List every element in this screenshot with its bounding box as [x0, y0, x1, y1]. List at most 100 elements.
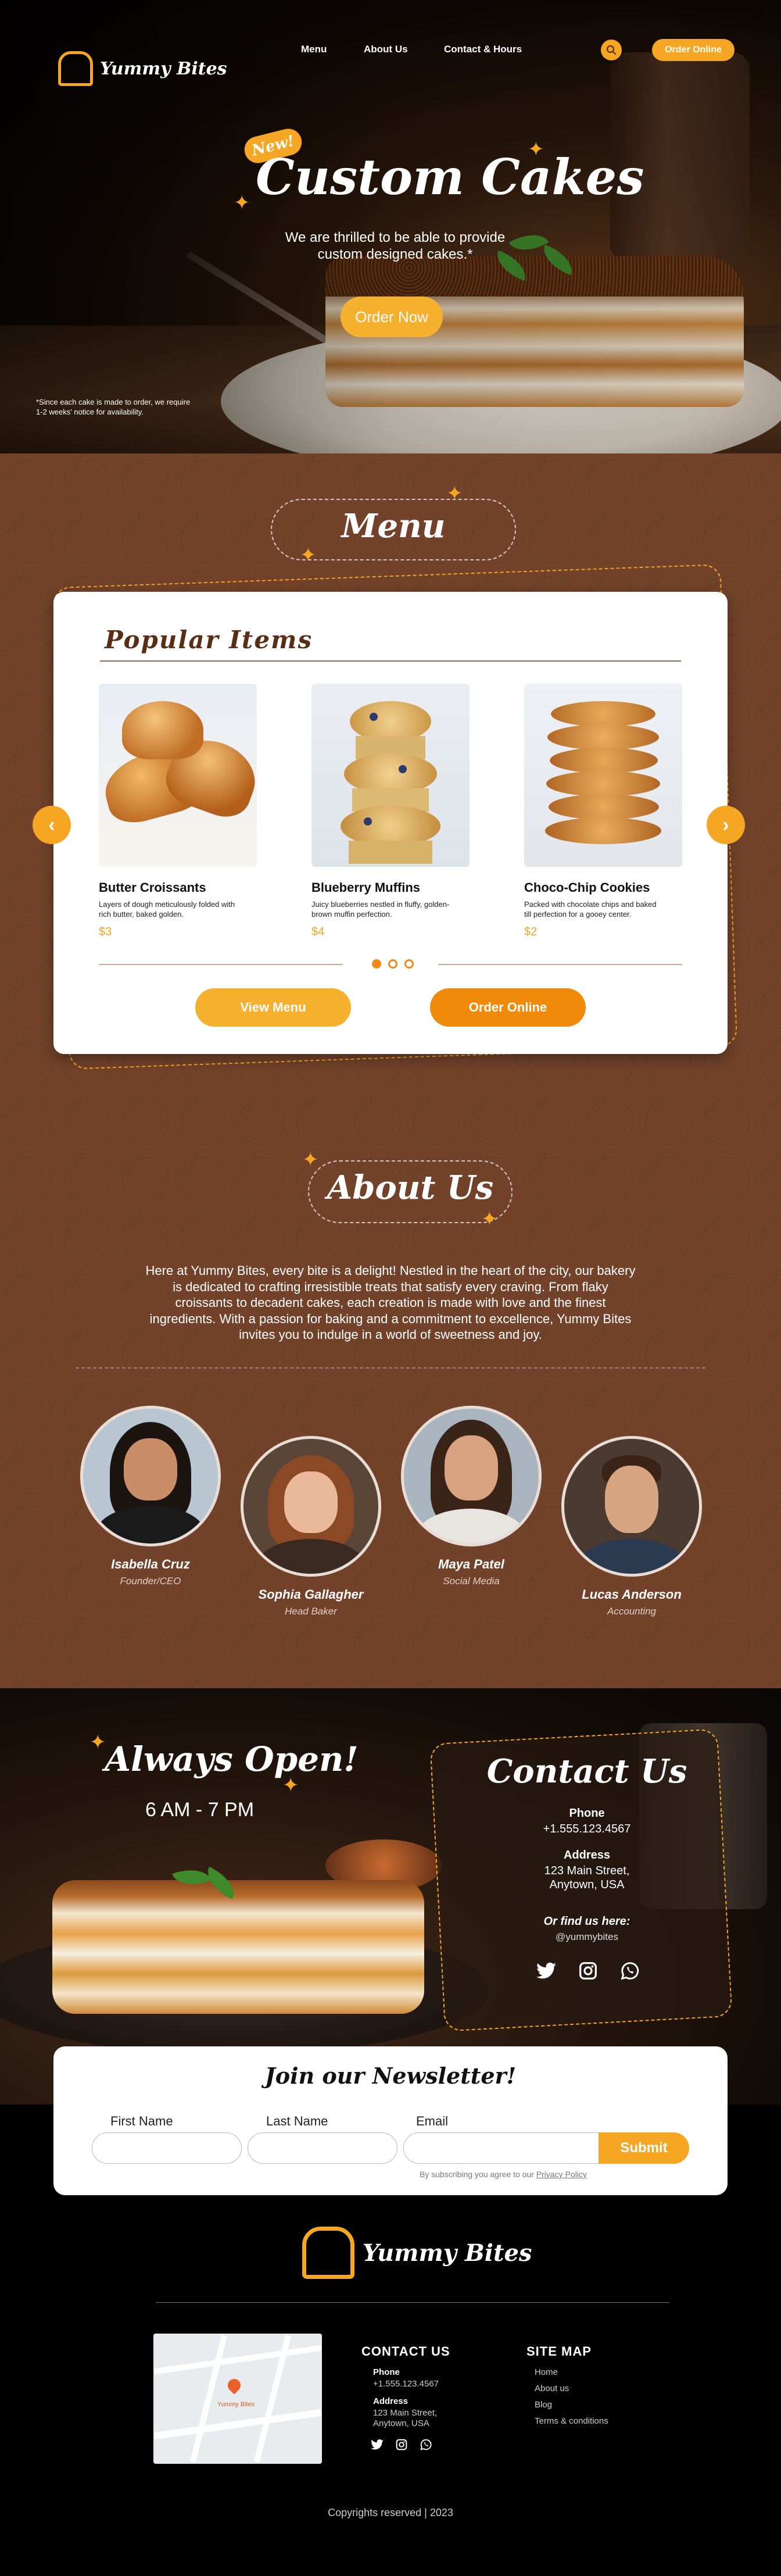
- chevron-right-icon: ›: [722, 813, 729, 836]
- blueberry-muffins-image[interactable]: [311, 684, 470, 867]
- order-now-button[interactable]: Order Now: [341, 296, 443, 337]
- last-name-input[interactable]: [248, 2132, 397, 2164]
- sparkle-icon: ✦: [234, 192, 250, 214]
- newsletter-title: Join our Newsletter!: [264, 2063, 517, 2089]
- logo-text: Yummy Bites: [100, 58, 227, 79]
- item-price: $2: [524, 926, 538, 938]
- member-role: Founder/CEO: [120, 1575, 181, 1587]
- always-open-title: Always Open!: [105, 1739, 359, 1779]
- slide-dot[interactable]: [404, 959, 414, 969]
- first-name-input[interactable]: [92, 2132, 242, 2164]
- divider: [76, 1367, 705, 1369]
- submit-button[interactable]: Submit: [599, 2132, 689, 2164]
- map-pin-icon: [225, 2376, 243, 2395]
- search-icon: [606, 45, 617, 55]
- menu-title: Menu: [341, 507, 446, 545]
- sparkle-icon: ✦: [302, 1149, 319, 1171]
- twitter-icon: [371, 2439, 384, 2450]
- instagram-icon: [396, 2439, 407, 2450]
- footer-address-label: Address: [373, 2396, 409, 2406]
- slider-line: [99, 964, 343, 965]
- item-name: Blueberry Muffins: [311, 880, 421, 895]
- logo[interactable]: Yummy Bites: [58, 51, 227, 86]
- whatsapp-icon: [420, 2439, 432, 2450]
- newsletter-card: Join our Newsletter! First Name Last Nam…: [53, 2046, 728, 2195]
- privacy-policy-link[interactable]: Privacy Policy: [536, 2170, 587, 2179]
- member-name: Lucas Anderson: [582, 1587, 682, 1602]
- phone-value[interactable]: +1.555.123.4567: [471, 1822, 703, 1836]
- divider: [100, 660, 681, 662]
- item-description: Layers of dough meticulously folded with…: [99, 900, 235, 919]
- footer-phone-label: Phone: [373, 2367, 400, 2377]
- about-title: About Us: [327, 1169, 494, 1207]
- sitemap-link-terms[interactable]: Terms & conditions: [535, 2416, 608, 2426]
- location-map[interactable]: Yummy Bites: [153, 2334, 322, 2464]
- sitemap-link-blog[interactable]: Blog: [535, 2400, 552, 2410]
- slide-dot-active[interactable]: [372, 959, 381, 969]
- footer-instagram-link[interactable]: [393, 2436, 410, 2453]
- member-name: Sophia Gallagher: [258, 1587, 364, 1602]
- address-label: Address: [563, 1849, 611, 1862]
- hero-subtitle: We are thrilled to be able to provide cu…: [285, 230, 506, 262]
- team-member: Isabella Cruz Founder/CEO: [74, 1406, 227, 1587]
- email-input[interactable]: [403, 2132, 612, 2164]
- tiramisu-image: [52, 1880, 424, 2014]
- divider: [156, 2302, 669, 2303]
- sitemap-link-home[interactable]: Home: [535, 2367, 558, 2377]
- footer-whatsapp-link[interactable]: [417, 2436, 435, 2453]
- last-name-label: Last Name: [266, 2114, 328, 2128]
- footer-phone[interactable]: +1.555.123.4567: [373, 2379, 439, 2389]
- social-handle: @yummybites: [556, 1931, 618, 1942]
- footer-address-line2: Anytown, USA: [373, 2418, 429, 2428]
- order-online-button[interactable]: Order Online: [430, 988, 586, 1027]
- member-name: Maya Patel: [438, 1557, 504, 1571]
- find-us-label: Or find us here:: [543, 1915, 630, 1928]
- footer-logo[interactable]: Yummy Bites: [302, 2227, 532, 2279]
- member-name: Isabella Cruz: [111, 1557, 190, 1571]
- footer-address-line1: 123 Main Street,: [373, 2408, 438, 2418]
- map-pin-label: Yummy Bites: [217, 2401, 255, 2408]
- prev-slide-button[interactable]: ‹: [33, 806, 71, 844]
- croissants-image[interactable]: [99, 684, 257, 867]
- avatar: [561, 1436, 702, 1577]
- nav-menu[interactable]: Menu: [301, 44, 327, 55]
- item-name: Butter Croissants: [99, 880, 206, 895]
- sitemap-link-about[interactable]: About us: [535, 2384, 569, 2393]
- bread-logo-icon: [58, 51, 93, 86]
- view-menu-button[interactable]: View Menu: [195, 988, 351, 1027]
- popular-items-title: Popular Items: [105, 626, 313, 654]
- email-label: Email: [416, 2114, 449, 2128]
- member-role: Social Media: [443, 1575, 500, 1587]
- twitter-link[interactable]: [535, 1959, 558, 1982]
- subscribe-note: By subscribing you agree to our Privacy …: [420, 2170, 587, 2179]
- next-slide-button[interactable]: ›: [707, 806, 745, 844]
- chocolate-chip-cookies-image[interactable]: [524, 684, 682, 867]
- sparkle-icon: ✦: [446, 483, 463, 505]
- opening-hours: 6 AM - 7 PM: [145, 1799, 255, 1821]
- footer-twitter-link[interactable]: [368, 2436, 386, 2453]
- instagram-icon: [579, 1962, 597, 1980]
- slide-dot[interactable]: [388, 959, 397, 969]
- hero-footnote: *Since each cake is made to order, we re…: [36, 398, 191, 416]
- team-member: Sophia Gallagher Head Baker: [235, 1436, 387, 1617]
- item-name: Choco-Chip Cookies: [524, 880, 650, 895]
- instagram-link[interactable]: [576, 1959, 600, 1982]
- search-button[interactable]: [601, 40, 622, 60]
- team-member: Lucas Anderson Accounting: [556, 1436, 708, 1617]
- item-price: $4: [311, 926, 325, 938]
- avatar: [241, 1436, 381, 1577]
- order-online-button[interactable]: Order Online: [652, 39, 735, 61]
- first-name-label: First Name: [110, 2114, 173, 2128]
- popular-items-card: Popular Items Butter Croissants Layers o…: [53, 592, 728, 1054]
- sparkle-icon: ✦: [89, 1731, 106, 1753]
- footer-contact-title: CONTACT US: [361, 2344, 450, 2359]
- contact-title: Contact Us: [486, 1752, 687, 1791]
- nav-contact-hours[interactable]: Contact & Hours: [444, 44, 522, 55]
- whatsapp-link[interactable]: [618, 1959, 642, 1982]
- member-role: Accounting: [607, 1606, 657, 1617]
- sparkle-icon: ✦: [481, 1208, 498, 1230]
- about-text: Here at Yummy Bites, every bite is a del…: [145, 1263, 636, 1342]
- team-member: Maya Patel Social Media: [395, 1406, 547, 1587]
- nav-about-us[interactable]: About Us: [364, 44, 408, 55]
- chevron-left-icon: ‹: [48, 813, 55, 836]
